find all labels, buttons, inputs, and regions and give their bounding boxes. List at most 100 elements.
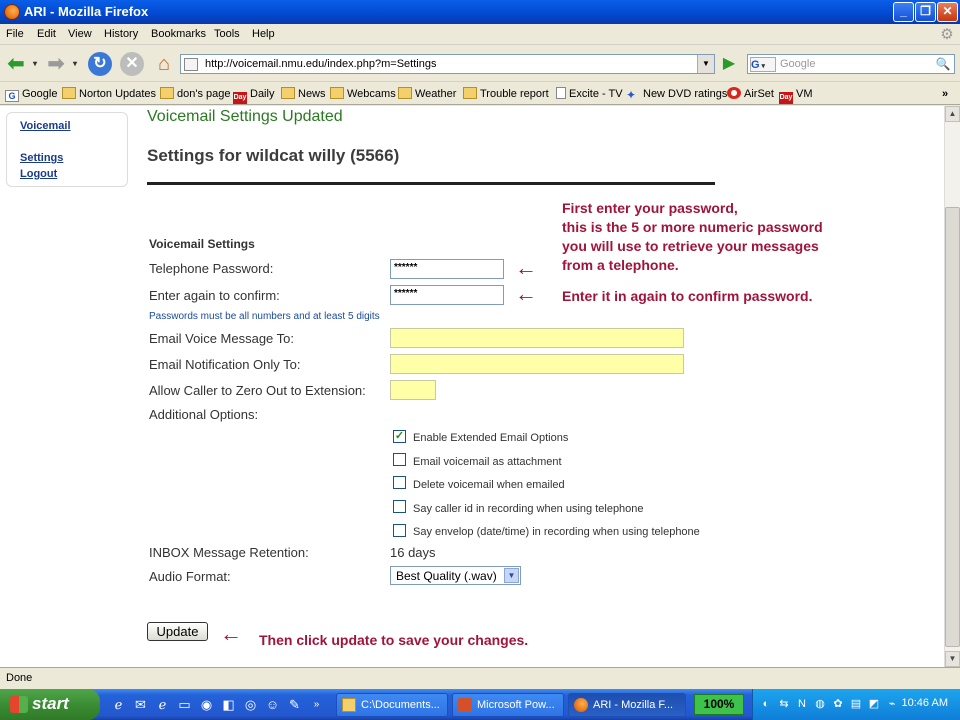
tray-app-icon[interactable]: ◩ [867,697,881,711]
bookmark-webcams[interactable]: Webcams [330,87,396,101]
start-button[interactable]: start [0,689,100,720]
confirm-password-input[interactable]: ****** [390,285,504,305]
search-box[interactable]: G ▾ Google 🔍 [747,54,955,74]
sidebar-link-voicemail[interactable]: Voicemail [20,120,71,132]
bookmark-label: New DVD ratings [643,88,728,100]
bookmark-airset[interactable]: AirSet [727,87,774,101]
quicklaunch-runner-icon[interactable]: ☺ [264,696,281,713]
forward-arrow-icon[interactable]: ➡ [44,52,68,76]
maximize-button[interactable]: ❐ [915,2,936,22]
option-checkbox-extended-email[interactable]: ✓ [393,430,406,443]
bookmark-weather[interactable]: Weather [398,87,456,101]
quicklaunch-desktop-icon[interactable]: ▭ [176,696,193,713]
bookmark-label: AirSet [744,88,774,100]
option-label: Delete voicemail when emailed [413,479,565,491]
home-icon[interactable]: ⌂ [152,52,176,76]
email-voice-input[interactable] [390,328,684,348]
close-button[interactable]: ✕ [937,2,958,22]
bookmark-trouble-report[interactable]: Trouble report [463,87,549,101]
option-checkbox-attachment[interactable] [393,453,406,466]
scroll-up-icon[interactable]: ▲ [945,106,960,122]
menu-view[interactable]: View [68,28,92,40]
task-firefox[interactable]: ARI - Mozilla F... [568,693,686,717]
folder-icon [160,87,174,99]
quicklaunch-firefox-icon[interactable]: ◎ [242,696,259,713]
option-checkbox-delete[interactable] [393,476,406,489]
annotation-text: Then click update to save your changes. [259,632,529,648]
status-bar: Done [0,667,960,689]
quicklaunch-browser-icon[interactable]: ℯ [154,696,171,713]
bookmark-google[interactable]: G Google [5,87,57,102]
bookmark-overflow-icon[interactable]: » [942,87,948,101]
option-label: Enable Extended Email Options [413,432,569,444]
menu-history[interactable]: History [104,28,138,40]
sidebar-link-logout[interactable]: Logout [20,168,57,180]
go-arrow-icon[interactable]: ▶ [718,54,740,74]
url-bar[interactable]: http://voicemail.nmu.edu/index.php?m=Set… [180,54,715,74]
quicklaunch-media-icon[interactable]: ◉ [198,696,215,713]
menu-edit[interactable]: Edit [37,28,56,40]
task-powerpoint[interactable]: Microsoft Pow... [452,693,564,717]
task-documents[interactable]: C:\Documents... [336,693,448,717]
windows-logo-icon [10,696,28,713]
option-checkbox-envelope[interactable] [393,524,406,537]
scroll-thumb[interactable] [945,207,960,647]
email-notify-input[interactable] [390,354,684,374]
quicklaunch-tool-icon[interactable]: ✎ [286,696,303,713]
zero-out-input[interactable] [390,380,436,400]
telephone-password-input[interactable]: ****** [390,259,504,279]
update-button[interactable]: Update [147,622,208,641]
bookmarks-toolbar: G Google Norton Updates don's page Day Dai… [0,83,960,105]
url-dropdown-icon[interactable]: ▼ [697,55,714,73]
quicklaunch-overflow-icon[interactable]: » [308,696,325,713]
reload-icon[interactable]: ↻ [88,52,112,76]
quicklaunch-outlook-icon[interactable]: ✉ [132,696,149,713]
menu-bookmarks[interactable]: Bookmarks [151,28,206,40]
search-engine-icon[interactable]: G ▾ [750,57,776,72]
taskbar: start ℯ ✉ ℯ ▭ ◉ ◧ ◎ ☺ ✎ » C:\Documents..… [0,689,960,720]
annotation-text: Enter it in again to confirm password. [562,288,813,304]
bookmark-norton-updates[interactable]: Norton Updates [62,87,156,101]
window-title: ARI - Mozilla Firefox [24,4,149,19]
password-hint: Passwords must be all numbers and at lea… [149,311,380,322]
annotation-text: First enter your password, [562,200,738,216]
tray-app-icon[interactable]: ◐ [759,697,773,711]
bookmark-new-dvd-ratings[interactable]: ✦ New DVD ratings [626,87,728,102]
quicklaunch-app-icon[interactable]: ◧ [220,696,237,713]
bookmark-daily[interactable]: Day Daily [233,87,274,104]
minimize-button[interactable]: _ [893,2,914,22]
stop-icon[interactable]: ✕ [120,52,144,76]
bookmark-dons-page[interactable]: don's page [160,87,230,101]
tray-app-icon[interactable]: ▤ [849,697,863,711]
search-icon[interactable]: 🔍 [934,56,952,72]
scroll-down-icon[interactable]: ▼ [945,651,960,667]
bookmark-excite-tv[interactable]: Excite - TV [556,87,623,101]
annotation-text: this is the 5 or more numeric password [562,219,823,235]
forward-dropdown-icon[interactable]: ▾ [70,52,80,76]
airset-icon [727,87,741,99]
vertical-scrollbar[interactable]: ▲ ▼ [944,106,960,667]
quicklaunch-ie-icon[interactable]: ℯ [110,696,127,713]
tray-app-icon[interactable]: ✿ [831,697,845,711]
tray-network-icon[interactable]: ⇆ [777,697,791,711]
folder-icon [398,87,412,99]
bookmark-vm[interactable]: Day VM [779,87,813,104]
back-arrow-icon[interactable]: ⬅ [4,52,28,76]
system-tray: ◐ ⇆ N ◍ ✿ ▤ ◩ ⌁ 10:46 AM [752,689,960,720]
option-checkbox-callerid[interactable] [393,500,406,513]
menu-help[interactable]: Help [252,28,275,40]
tray-norton-icon[interactable]: N [795,697,809,711]
tray-app-icon[interactable]: ⌁ [885,697,899,711]
sidebar-link-settings[interactable]: Settings [20,152,63,164]
bookmark-label: News [298,88,326,100]
annotation-arrow-icon: ← [515,281,537,306]
zoom-indicator[interactable]: 100% [694,694,744,715]
email-notify-label: Email Notification Only To: [149,357,301,372]
divider [147,182,715,185]
back-dropdown-icon[interactable]: ▾ [30,52,40,76]
menu-tools[interactable]: Tools [214,28,240,40]
menu-file[interactable]: File [6,28,24,40]
tray-app-icon[interactable]: ◍ [813,697,827,711]
bookmark-news[interactable]: News [281,87,326,101]
audio-format-select[interactable]: Best Quality (.wav) ▼ [390,566,521,585]
